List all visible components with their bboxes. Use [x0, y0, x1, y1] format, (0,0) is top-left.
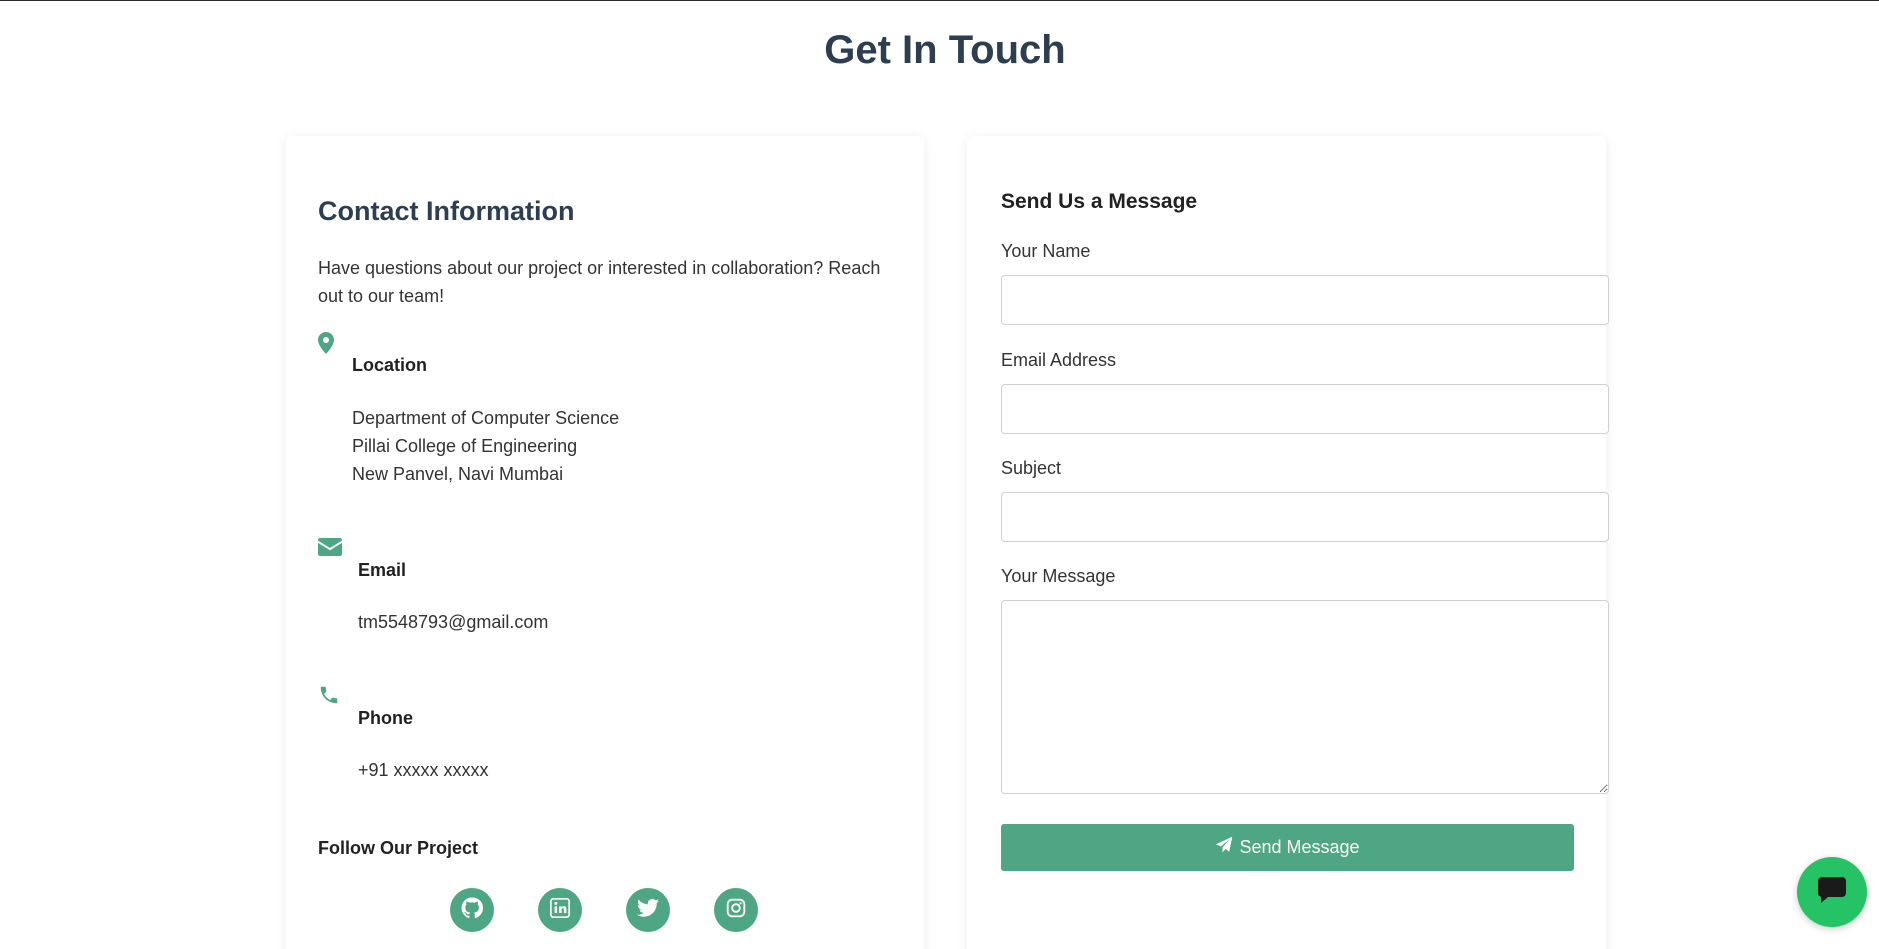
instagram-icon: [726, 898, 746, 923]
email-value: tm5548793@gmail.com: [358, 612, 549, 632]
github-link[interactable]: [450, 888, 494, 932]
top-border: [0, 0, 1879, 1]
subject-label: Subject: [1001, 458, 1062, 478]
phone-value: +91 xxxxx xxxxx: [358, 760, 489, 780]
follow-title: Follow Our Project: [318, 838, 479, 858]
message-textarea[interactable]: [1001, 600, 1609, 794]
paper-plane-icon: [1215, 836, 1233, 859]
email-label: Email Address: [1001, 350, 1117, 370]
twitter-link[interactable]: [626, 888, 670, 932]
location-line-3: New Panvel, Navi Mumbai: [352, 464, 564, 484]
github-icon: [461, 896, 483, 924]
location-address: Department of Computer Science Pillai Co…: [352, 404, 619, 488]
twitter-icon: [637, 898, 659, 923]
chat-button[interactable]: [1797, 857, 1867, 927]
email-input[interactable]: [1001, 384, 1609, 434]
send-message-label: Send Message: [1239, 837, 1360, 857]
name-input[interactable]: [1001, 275, 1609, 325]
location-line-1: Department of Computer Science: [352, 408, 620, 428]
send-message-button[interactable]: Send Message: [1001, 824, 1574, 871]
name-label: Your Name: [1001, 241, 1091, 261]
location-heading: Location: [352, 355, 427, 375]
map-marker-icon: [318, 332, 334, 354]
page-title: Get In Touch: [824, 28, 1066, 72]
contact-intro: Have questions about our project or inte…: [318, 258, 881, 306]
contact-info-card: Contact Information Have questions about…: [286, 136, 924, 949]
message-form-card: Send Us a Message Your Name Email Addres…: [967, 136, 1609, 949]
envelope-icon: [318, 538, 342, 556]
linkedin-icon: [550, 897, 570, 923]
subject-input[interactable]: [1001, 492, 1609, 542]
email-heading: Email: [358, 560, 407, 580]
instagram-link[interactable]: [714, 888, 758, 932]
location-line-2: Pillai College of Engineering: [352, 436, 578, 456]
phone-heading: Phone: [358, 708, 414, 728]
message-label: Your Message: [1001, 566, 1116, 586]
form-title: Send Us a Message: [1001, 190, 1198, 213]
contact-info-title: Contact Information: [318, 196, 575, 226]
chat-bubble-icon: [1818, 876, 1846, 908]
phone-icon: [318, 684, 340, 706]
linkedin-link[interactable]: [538, 888, 582, 932]
